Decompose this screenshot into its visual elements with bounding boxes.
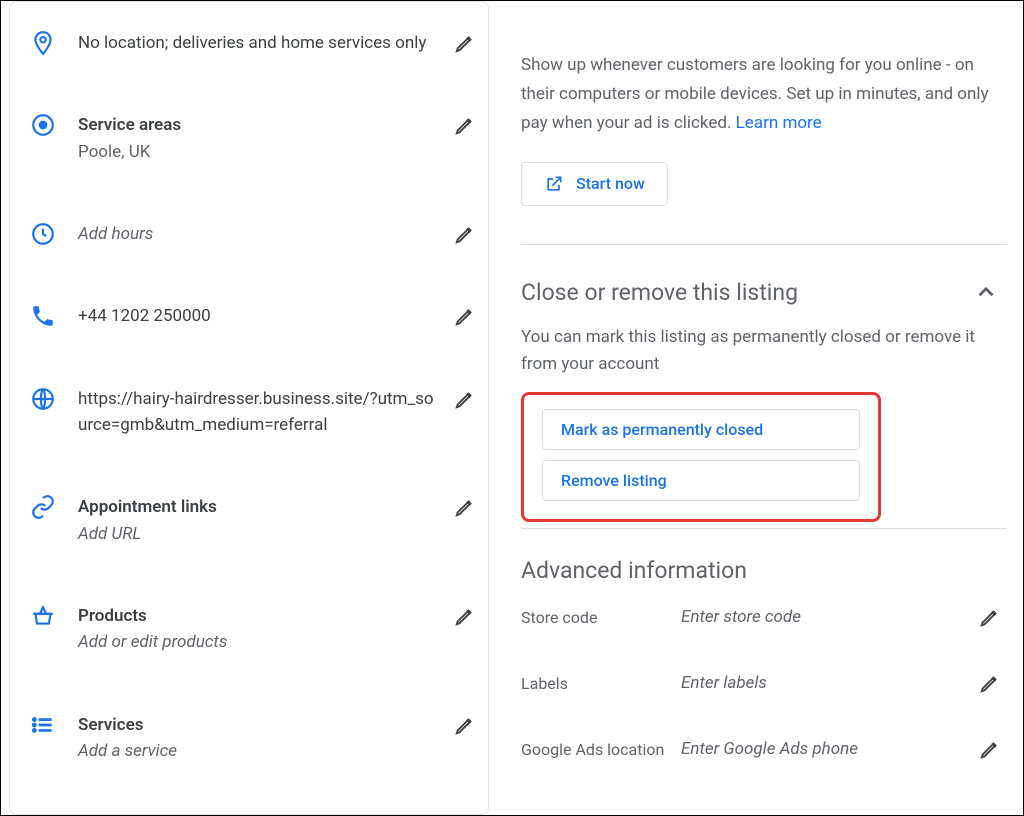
edit-website-button[interactable] [454,388,476,410]
link-icon [30,494,56,520]
remove-listing-label: Remove listing [561,471,667,490]
appointment-row: Appointment links Add URL [10,466,488,575]
advanced-info-header: Advanced information [521,529,1007,584]
info-panel: No location; deliveries and home service… [9,1,489,815]
start-now-label: Start now [576,174,645,193]
website-row: https://hairy-hairdresser.business.site/… [10,358,488,467]
store-code-value: Enter store code [681,607,979,627]
location-pin-icon [30,30,56,56]
learn-more-link[interactable]: Learn more [736,113,822,133]
edit-location-button[interactable] [454,32,476,54]
location-row: No location; deliveries and home service… [10,2,488,84]
phone-row: +44 1202 250000 [10,275,488,357]
hours-text: Add hours [78,221,442,247]
edit-labels-button[interactable] [979,672,1001,694]
labels-row: Labels Enter labels [521,650,1007,716]
services-row: Services Add a service [10,684,488,793]
chevron-up-icon [973,279,999,305]
open-external-icon [544,174,564,194]
phone-text: +44 1202 250000 [78,303,442,329]
appointment-heading: Appointment links [78,494,442,520]
right-panel: Show up whenever customers are looking f… [497,1,1023,815]
store-code-label: Store code [521,608,681,627]
services-sub: Add a service [78,738,442,764]
phone-icon [30,303,56,329]
labels-label: Labels [521,674,681,693]
list-icon [30,712,56,738]
close-listing-desc: You can mark this listing as permanently… [521,324,1007,378]
edit-appointment-button[interactable] [454,496,476,518]
google-ads-label: Google Ads location [521,740,681,759]
products-sub: Add or edit products [78,629,442,655]
close-listing-header[interactable]: Close or remove this listing [521,245,1007,306]
edit-products-button[interactable] [454,605,476,627]
labels-value: Enter labels [681,673,979,693]
remove-listing-button[interactable]: Remove listing [542,460,860,501]
service-area-icon [30,112,56,138]
close-listing-actions-highlight: Mark as permanently closed Remove listin… [521,392,881,522]
products-row: Products Add or edit products [10,575,488,684]
service-areas-row: Service areas Poole, UK [10,84,488,193]
google-ads-value: Enter Google Ads phone [681,739,979,759]
mark-closed-label: Mark as permanently closed [561,420,763,439]
website-text: https://hairy-hairdresser.business.site/… [78,386,442,439]
start-now-button[interactable]: Start now [521,162,668,206]
services-heading: Services [78,712,442,738]
edit-hours-button[interactable] [454,223,476,245]
appointment-sub: Add URL [78,521,442,547]
google-ads-row: Google Ads location Enter Google Ads pho… [521,716,1007,760]
location-text: No location; deliveries and home service… [78,30,442,56]
edit-store-code-button[interactable] [979,606,1001,628]
advanced-info-title: Advanced information [521,557,747,584]
promo-block: Show up whenever customers are looking f… [521,51,1007,138]
globe-icon [30,386,56,412]
edit-google-ads-button[interactable] [979,738,1001,760]
edit-phone-button[interactable] [454,305,476,327]
service-areas-sub: Poole, UK [78,139,442,165]
products-heading: Products [78,603,442,629]
edit-service-areas-button[interactable] [454,114,476,136]
edit-services-button[interactable] [454,714,476,736]
mark-permanently-closed-button[interactable]: Mark as permanently closed [542,409,860,450]
close-listing-title: Close or remove this listing [521,279,798,306]
store-code-row: Store code Enter store code [521,584,1007,650]
service-areas-heading: Service areas [78,112,442,138]
basket-icon [30,603,56,629]
clock-icon [30,221,56,247]
hours-row: Add hours [10,193,488,275]
